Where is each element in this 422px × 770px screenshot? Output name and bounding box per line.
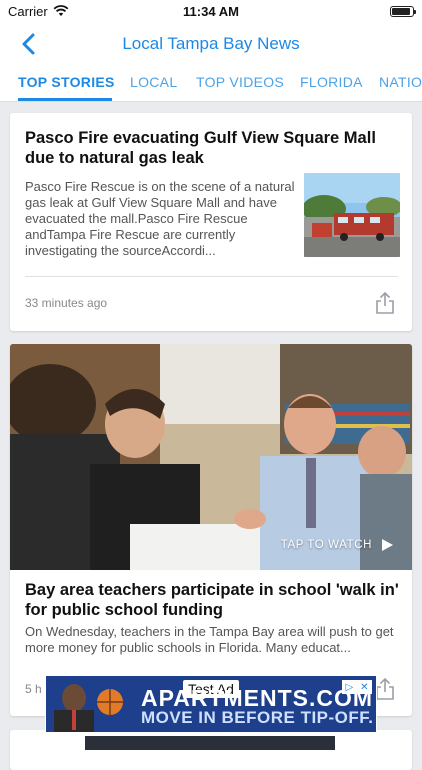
tab-national[interactable]: NATIO	[379, 74, 422, 90]
share-icon[interactable]	[374, 677, 396, 701]
page-title: Local Tampa Bay News	[122, 34, 300, 53]
tab-top-videos[interactable]: TOP VIDEOS	[196, 74, 284, 90]
article-summary: Pasco Fire Rescue is on the scene of a n…	[25, 179, 295, 258]
article-video-thumbnail[interactable]: TAP TO WATCH	[10, 344, 412, 570]
tab-top-stories[interactable]: TOP STORIES	[18, 74, 115, 90]
article-card[interactable]	[10, 730, 412, 770]
battery-icon	[390, 5, 416, 17]
ad-image	[46, 676, 136, 732]
wifi-icon	[53, 5, 69, 16]
category-tabs: TOP STORIES LOCAL TOP VIDEOS FLORIDA NAT…	[0, 66, 422, 102]
article-card[interactable]: TAP TO WATCH Bay area teachers participa…	[10, 344, 412, 716]
article-timestamp: 33 minutes ago	[25, 296, 108, 310]
active-tab-indicator	[18, 98, 112, 101]
ad-subline: MOVE IN BEFORE TIP-OFF.	[141, 708, 374, 727]
share-icon[interactable]	[374, 291, 396, 315]
navigation-bar: Local Tampa Bay News	[0, 22, 422, 66]
status-bar: Carrier 11:34 AM	[0, 0, 422, 22]
play-icon	[382, 539, 393, 551]
back-button[interactable]	[14, 30, 42, 58]
article-headline[interactable]: Pasco Fire evacuating Gulf View Square M…	[25, 128, 395, 168]
ad-close-button[interactable]: ▷ ✕	[342, 680, 372, 694]
article-headline[interactable]: Bay area teachers participate in school …	[25, 580, 405, 620]
article-timestamp: 5 h	[25, 682, 42, 696]
tap-to-watch[interactable]: TAP TO WATCH	[281, 538, 394, 552]
article-thumbnail[interactable]	[304, 173, 400, 257]
tab-florida[interactable]: FLORIDA	[300, 74, 363, 90]
ad-banner[interactable]: Test Ad APARTMENTS.COM MOVE IN BEFORE TI…	[45, 675, 377, 733]
article-thumbnail[interactable]	[10, 730, 412, 750]
chevron-left-icon	[22, 33, 35, 55]
article-card[interactable]: Pasco Fire evacuating Gulf View Square M…	[10, 113, 412, 331]
ad-choices-icon: ▷	[345, 681, 354, 693]
tab-local[interactable]: LOCAL	[130, 74, 177, 90]
close-icon: ✕	[360, 681, 369, 693]
tap-to-watch-label: TAP TO WATCH	[280, 539, 372, 551]
article-summary: On Wednesday, teachers in the Tampa Bay …	[25, 624, 394, 655]
divider	[25, 276, 398, 277]
carrier-label: Carrier	[8, 3, 48, 19]
status-left: Carrier	[8, 4, 69, 19]
